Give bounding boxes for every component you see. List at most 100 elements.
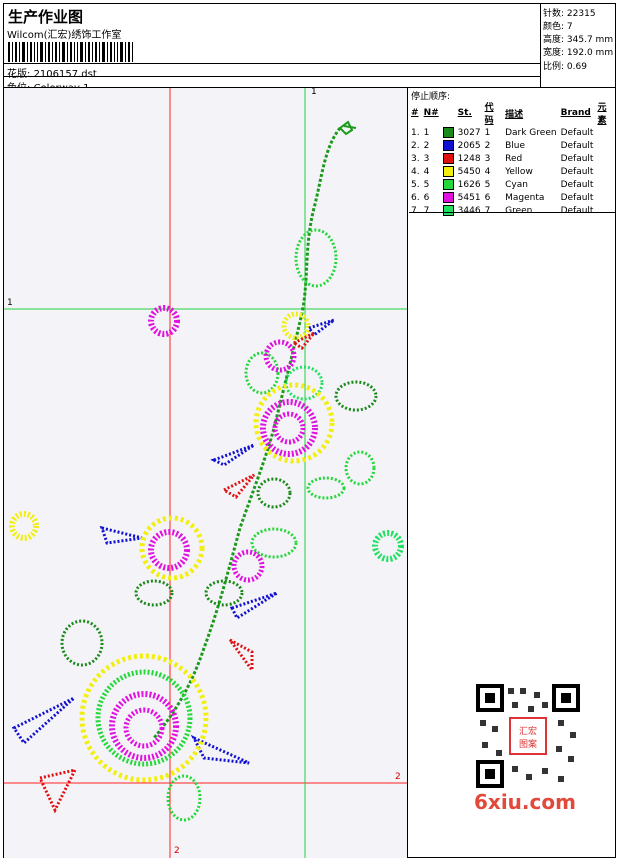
h-guide-label-right: 2 <box>395 772 401 782</box>
row-brand: Default <box>560 127 594 138</box>
color-swatch <box>442 127 454 138</box>
row-element <box>595 191 616 204</box>
row-element <box>595 204 616 217</box>
watermark-text: 6xiu.com <box>474 790 576 814</box>
design-height: 高度: 345.7 mm <box>543 35 614 45</box>
col-brand: Brand <box>560 108 591 118</box>
row-element <box>595 126 616 139</box>
stitch-count: 针数: 22315 <box>543 9 596 19</box>
col-stitches: St. <box>457 108 472 118</box>
row-needle: 4 <box>423 166 430 177</box>
col-needle: N# <box>423 108 439 118</box>
v-guide-label-top: 1 <box>311 88 317 97</box>
row-element <box>595 178 616 191</box>
header-info: 生产作业图 Wilcom(汇宏)绣饰工作室 花版: 2106157.dst 色位… <box>4 4 541 94</box>
h-guide-label-left: 1 <box>7 298 13 308</box>
color-swatch <box>442 205 454 216</box>
row-stitches: 3027 <box>457 127 481 138</box>
embroidery-design <box>4 88 407 858</box>
row-code: 4 <box>484 166 491 177</box>
color-count: 颜色: 7 <box>543 22 573 32</box>
stop-sequence-table: # N# St. 代码 描述 Brand 元素 1. 1 3027 1 Dark Gre… <box>409 100 616 217</box>
color-swatch <box>442 179 454 190</box>
row-stitches: 1626 <box>457 179 481 190</box>
row-index: 3. <box>411 153 420 164</box>
row-brand: Default <box>560 205 594 216</box>
row-needle: 7 <box>423 205 430 216</box>
row-stitches: 2065 <box>457 140 481 151</box>
row-code: 7 <box>484 205 491 216</box>
seal-text-bottom: 图案 <box>519 738 537 750</box>
color-swatch <box>442 192 454 203</box>
row-code: 1 <box>484 127 491 138</box>
v-guide-label-bottom: 2 <box>174 846 180 856</box>
row-swatch <box>441 165 456 178</box>
row-brand: Default <box>560 192 594 203</box>
row-code: 3 <box>484 153 491 164</box>
row-swatch <box>441 152 456 165</box>
table-row: 2. 2 2065 2 Blue Default <box>409 139 616 152</box>
row-index: 5. <box>411 179 420 190</box>
row-code: 6 <box>484 192 491 203</box>
design-width: 宽度: 192.0 mm <box>543 48 614 58</box>
row-desc: Magenta <box>505 192 545 203</box>
table-row: 5. 5 1626 5 Cyan Default <box>409 178 616 191</box>
row-brand: Default <box>560 179 594 190</box>
page-title: 生产作业图 <box>8 8 84 26</box>
row-element <box>595 139 616 152</box>
row-brand: Default <box>560 140 594 151</box>
color-swatch <box>442 140 454 151</box>
green-blob <box>372 530 404 562</box>
row-desc: Green <box>505 205 533 216</box>
col-code: 代码 <box>484 103 494 126</box>
row-brand: Default <box>560 153 594 164</box>
table-row: 4. 4 5450 4 Yellow Default <box>409 165 616 178</box>
row-desc: Dark Green <box>505 127 557 138</box>
barcode <box>8 42 133 62</box>
table-row: 1. 1 3027 1 Dark Green Default <box>409 126 616 139</box>
row-needle: 6 <box>423 192 430 203</box>
stats-panel: 针数: 22315 颜色: 7 高度: 345.7 mm 宽度: 192.0 m… <box>541 4 616 88</box>
row-desc: Red <box>505 153 523 164</box>
row-brand: Default <box>560 166 594 177</box>
color-swatch <box>442 166 454 177</box>
row-index: 1. <box>411 127 420 138</box>
company-name: Wilcom(汇宏)绣饰工作室 <box>7 30 122 41</box>
table-row: 3. 3 1248 3 Red Default <box>409 152 616 165</box>
yellow-blob <box>9 511 39 541</box>
col-desc: 描述 <box>505 109 524 120</box>
row-needle: 2 <box>423 140 430 151</box>
row-index: 6. <box>411 192 420 203</box>
row-stitches: 5451 <box>457 192 481 203</box>
design-scale: 比例: 0.69 <box>543 62 587 72</box>
row-needle: 5 <box>423 179 430 190</box>
row-stitches: 1248 <box>457 153 481 164</box>
col-element: 元素 <box>597 103 607 126</box>
row-element <box>595 165 616 178</box>
table-row: 7. 7 3446 7 Green Default <box>409 204 616 217</box>
row-swatch <box>441 139 456 152</box>
seal-text-top: 汇宏 <box>519 725 537 737</box>
row-swatch <box>441 204 456 217</box>
row-swatch <box>441 126 456 139</box>
row-stitches: 3446 <box>457 205 481 216</box>
color-swatch <box>442 153 454 164</box>
design-file: 花版: 2106157.dst <box>7 69 97 80</box>
row-code: 5 <box>484 179 491 190</box>
row-index: 4. <box>411 166 420 177</box>
col-index: # <box>411 108 419 118</box>
qr-code: 汇宏 图案 <box>472 680 584 792</box>
row-stitches: 5450 <box>457 166 481 177</box>
row-needle: 1 <box>423 127 430 138</box>
row-index: 2. <box>411 140 420 151</box>
row-index: 7. <box>411 205 420 216</box>
row-desc: Cyan <box>505 179 528 190</box>
row-needle: 3 <box>423 153 430 164</box>
row-element <box>595 152 616 165</box>
design-canvas[interactable]: 1 1 2 2 <box>4 88 408 858</box>
magenta-blob <box>148 305 180 337</box>
row-desc: Yellow <box>505 166 533 177</box>
row-swatch <box>441 191 456 204</box>
table-row: 6. 6 5451 6 Magenta Default <box>409 191 616 204</box>
row-swatch <box>441 178 456 191</box>
